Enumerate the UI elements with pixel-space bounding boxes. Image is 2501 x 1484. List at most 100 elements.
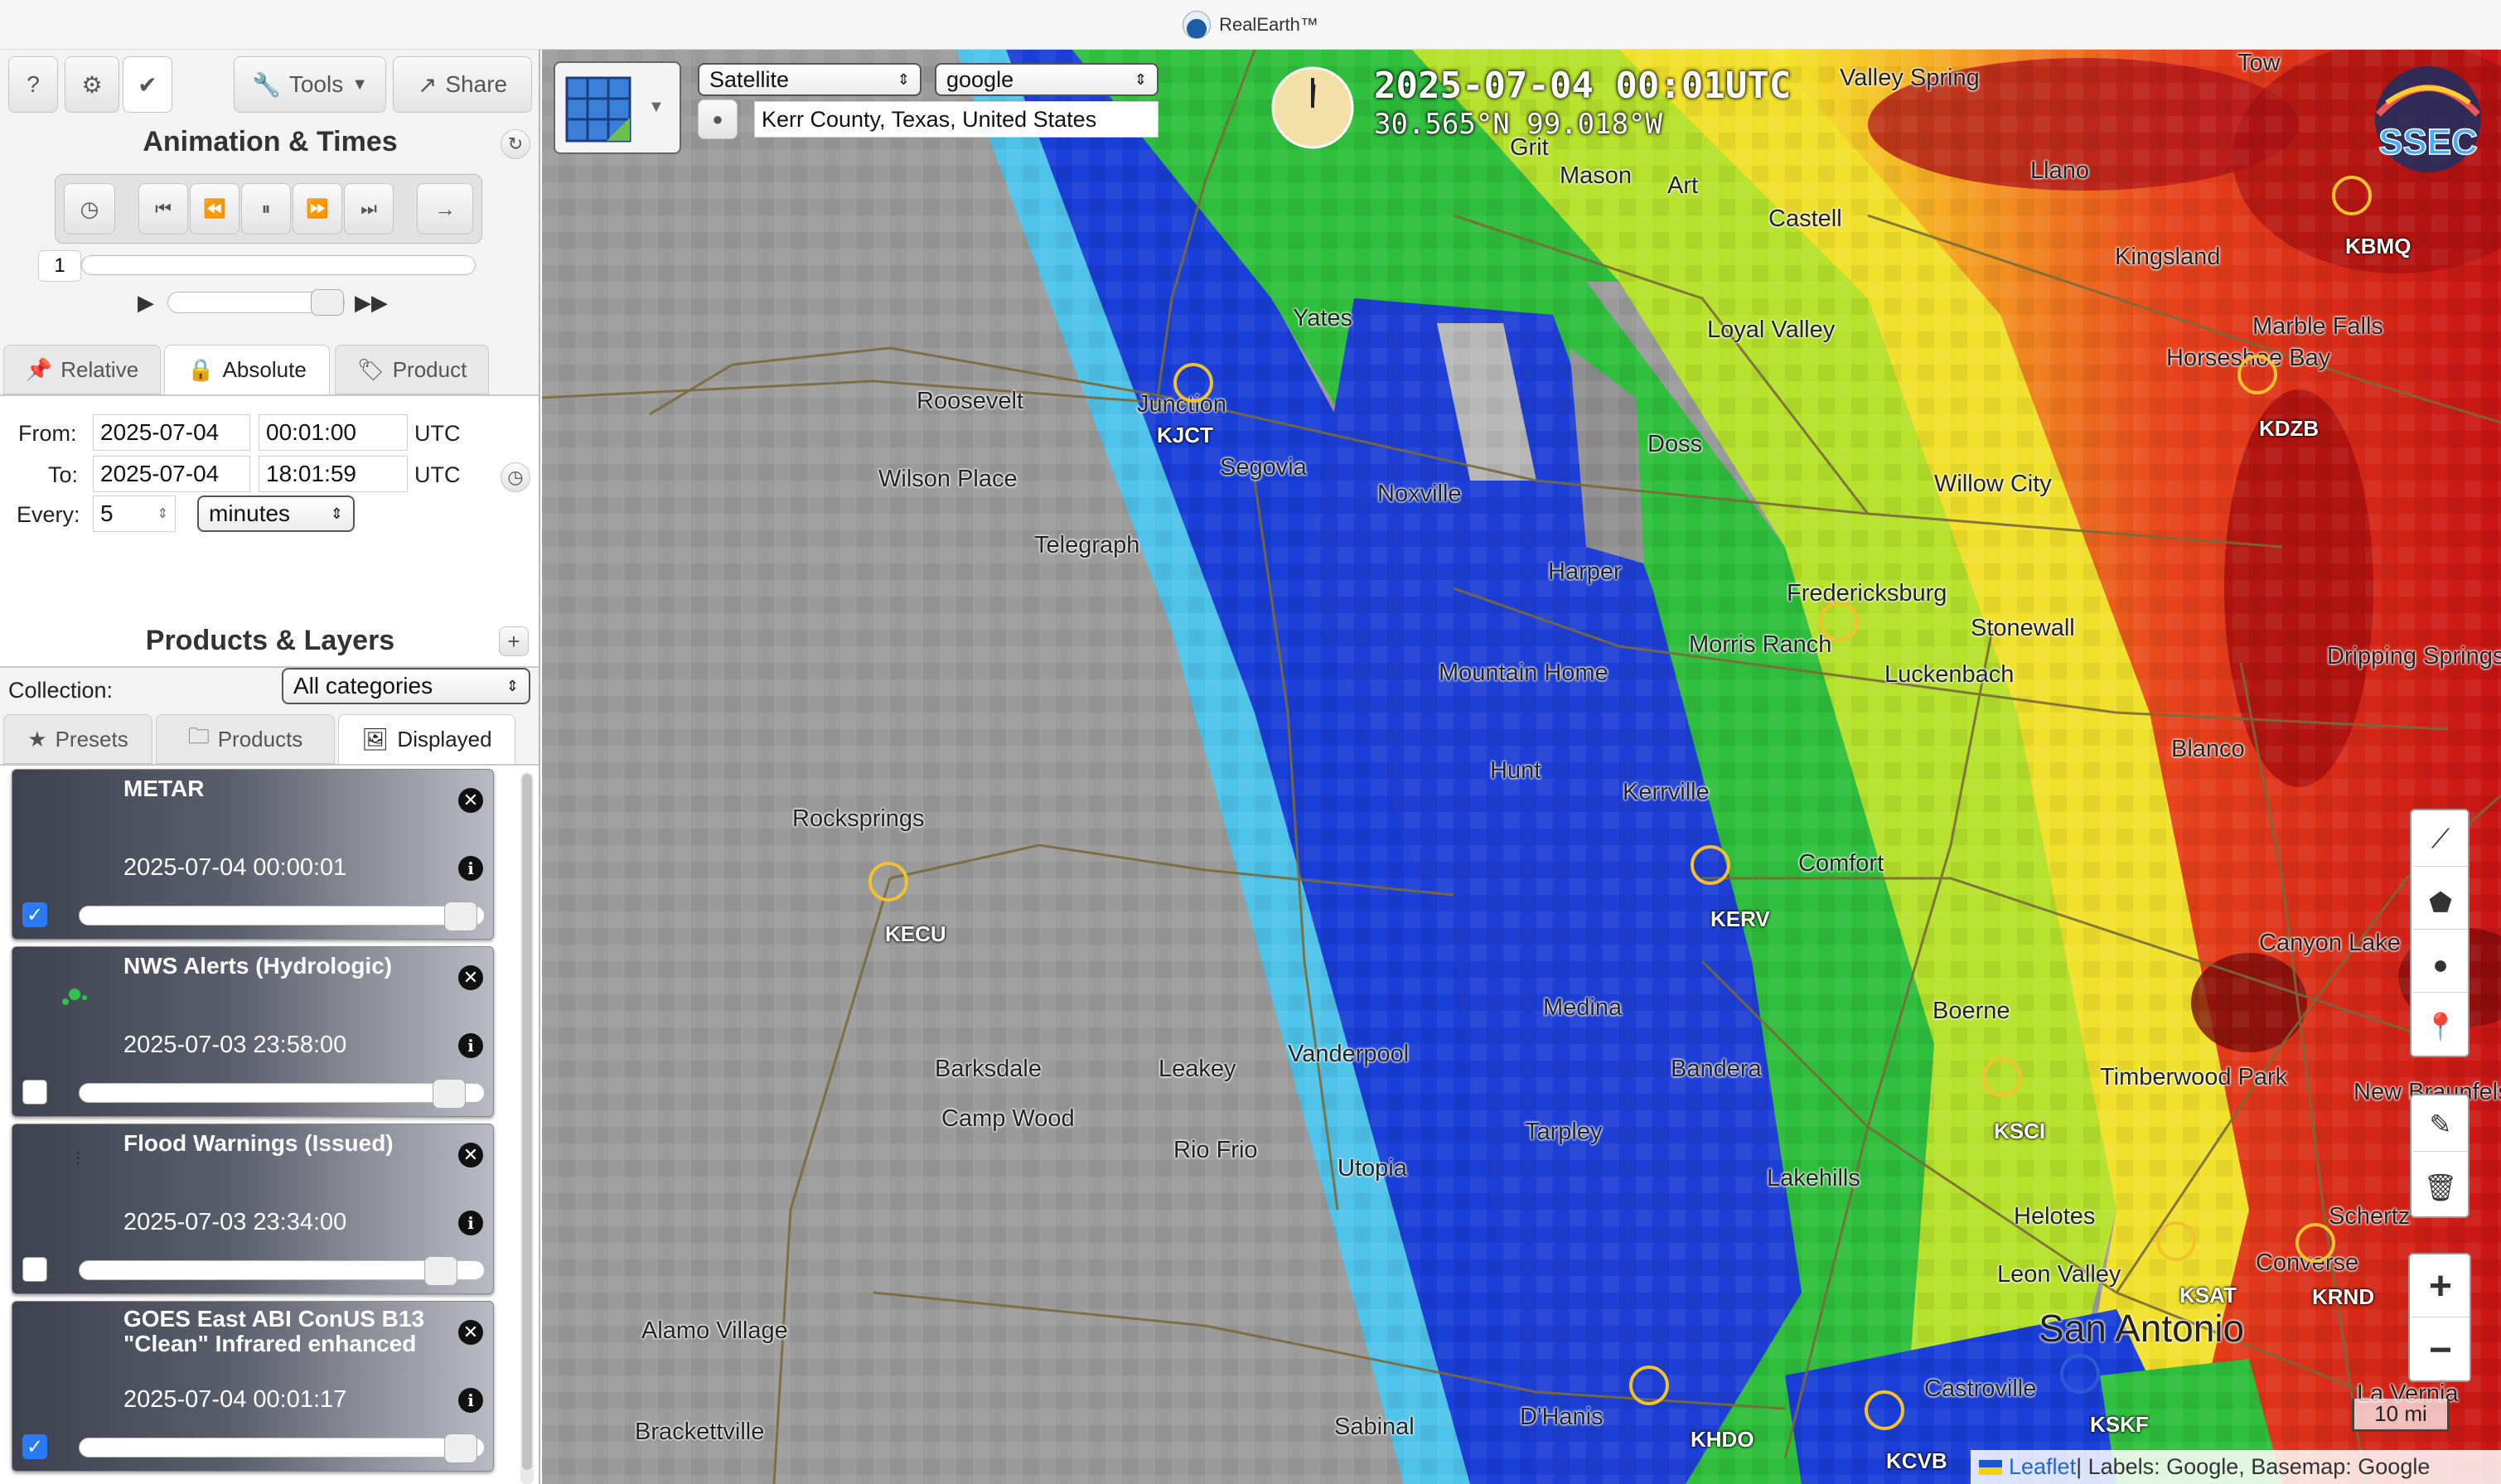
opacity-slider[interactable]: [79, 1256, 485, 1286]
info-icon[interactable]: i: [458, 1033, 483, 1058]
every-unit-select[interactable]: minutes ⇕: [197, 495, 355, 532]
layer-card-flood-warnings[interactable]: ⋮ Flood Warnings (Issued) ✕ 2025-07-03 2…: [12, 1124, 494, 1294]
last-frame-button[interactable]: ⏭: [344, 183, 394, 234]
layer-card-nws-alerts[interactable]: NWS Alerts (Hydrologic) ✕ 2025-07-03 23:…: [12, 946, 494, 1117]
town-label: Alamo Village: [641, 1317, 788, 1344]
edit-icon[interactable]: ✎: [2413, 1097, 2468, 1152]
tab-products[interactable]: 🗀 Products: [156, 714, 335, 764]
close-icon[interactable]: ✕: [458, 1320, 483, 1345]
collection-value: All categories: [293, 673, 433, 698]
image-icon: 🖼: [361, 726, 389, 752]
step-forward-button[interactable]: ⏩: [293, 183, 342, 234]
labels-select[interactable]: google ⇕: [935, 63, 1159, 96]
station-label[interactable]: KRND: [2312, 1284, 2374, 1310]
add-layer-button[interactable]: +: [499, 626, 529, 656]
layer-time: 2025-07-03 23:58:00: [123, 1032, 347, 1058]
caret-down-icon[interactable]: ▼: [648, 98, 665, 117]
close-icon[interactable]: ✕: [458, 965, 483, 990]
products-section-title: Products & Layers: [145, 625, 395, 656]
info-icon[interactable]: i: [458, 1211, 483, 1235]
station-label[interactable]: KSAT: [2179, 1283, 2237, 1308]
close-icon[interactable]: ✕: [458, 1143, 483, 1167]
opacity-slider-thumb[interactable]: [444, 902, 477, 931]
close-icon[interactable]: ✕: [458, 788, 483, 813]
map-scale: 10 mi: [2352, 1399, 2450, 1432]
station-label[interactable]: KBMQ: [2345, 234, 2411, 259]
ssec-logo-icon: SSEC: [2375, 66, 2481, 172]
basemap-select[interactable]: Satellite ⇕: [698, 63, 922, 96]
tools-menu-button[interactable]: 🔧 Tools ▼: [234, 56, 386, 113]
town-label: Kingsland: [2115, 244, 2221, 270]
collection-select[interactable]: All categories ⇕: [282, 668, 530, 704]
every-value-input[interactable]: 5 ⇕: [93, 495, 176, 532]
pause-button[interactable]: ⏸: [241, 183, 291, 234]
opacity-slider-thumb[interactable]: [424, 1256, 457, 1286]
layer-card-metar[interactable]: METAR ✕ 2025-07-04 00:00:01 i ✓: [12, 769, 494, 940]
clock-icon[interactable]: ◷: [64, 183, 115, 234]
zoom-out-button[interactable]: −: [2412, 1319, 2470, 1380]
tab-product[interactable]: 🏷 Product: [335, 345, 489, 394]
settings-button[interactable]: ⚙: [65, 56, 119, 113]
opacity-slider[interactable]: [79, 1079, 485, 1109]
layer-card-goes-ir[interactable]: GOES East ABI ConUS B13 "Clean" Infrared…: [12, 1301, 494, 1472]
confirm-check-button[interactable]: ✔: [123, 56, 172, 113]
step-back-button[interactable]: ⏪: [190, 183, 239, 234]
clock-reset-icon[interactable]: ◷: [501, 462, 530, 492]
first-frame-button[interactable]: ⏮: [138, 183, 188, 234]
layer-visibility-checkbox[interactable]: [22, 1257, 47, 1282]
opacity-slider-thumb[interactable]: [433, 1079, 466, 1109]
animation-refresh-icon[interactable]: ↻: [501, 129, 530, 159]
from-date-input[interactable]: 2025-07-04: [93, 414, 250, 451]
stepper-icon[interactable]: ⇕: [157, 505, 168, 522]
opacity-slider[interactable]: [79, 902, 485, 931]
opacity-slider[interactable]: [79, 1433, 485, 1463]
speed-slider-thumb[interactable]: [311, 289, 344, 316]
to-time-input[interactable]: 18:01:59: [259, 456, 408, 492]
layers-scrollbar[interactable]: [520, 772, 534, 1484]
layer-grid-button[interactable]: ▼: [554, 61, 681, 154]
draw-marker-icon[interactable]: 📍: [2413, 999, 2468, 1054]
station-label[interactable]: KERV: [1710, 906, 1770, 932]
zoom-in-button[interactable]: +: [2412, 1256, 2470, 1317]
layers-scrollbar-thumb[interactable]: [522, 774, 532, 1470]
help-button[interactable]: ?: [8, 56, 58, 113]
to-date-input[interactable]: 2025-07-04: [93, 456, 250, 492]
layer-visibility-checkbox[interactable]: ✓: [22, 1434, 47, 1459]
frame-slider[interactable]: [81, 255, 476, 275]
tab-absolute[interactable]: 🔒 Absolute: [164, 345, 330, 394]
displayed-layers-list: METAR ✕ 2025-07-04 00:00:01 i ✓ NWS Aler…: [0, 766, 539, 1484]
draw-line-icon[interactable]: ⟋: [2413, 812, 2468, 867]
draw-circle-icon[interactable]: ●: [2413, 938, 2468, 993]
trash-icon[interactable]: 🗑: [2413, 1160, 2468, 1215]
info-icon[interactable]: i: [458, 1388, 483, 1413]
opacity-slider-thumb[interactable]: [444, 1433, 477, 1463]
tab-relative[interactable]: 📌 Relative: [3, 345, 161, 394]
town-label: Bandera: [1671, 1056, 1762, 1082]
locate-icon[interactable]: ●: [698, 99, 738, 139]
station-label[interactable]: KCVB: [1886, 1448, 1947, 1474]
tab-displayed[interactable]: 🖼 Displayed: [338, 714, 515, 764]
map-view[interactable]: ▼ Satellite ⇕ google ⇕ ● Kerr County, Te…: [542, 50, 2501, 1484]
station-label[interactable]: KSKF: [2090, 1412, 2149, 1438]
station-label[interactable]: KECU: [885, 921, 946, 947]
share-button[interactable]: ↗ Share: [393, 56, 532, 113]
animation-section-title: Animation & Times: [143, 126, 398, 157]
town-label: Timberwood Park: [2100, 1064, 2288, 1090]
from-time-input[interactable]: 00:01:00: [259, 414, 408, 451]
speed-slider[interactable]: [167, 289, 345, 316]
tab-presets[interactable]: ★ Presets: [3, 714, 152, 764]
station-label[interactable]: KDZB: [2259, 416, 2319, 442]
from-label: From:: [18, 421, 77, 446]
info-icon[interactable]: i: [458, 856, 483, 881]
draw-polygon-icon[interactable]: ⬟: [2413, 875, 2468, 930]
layer-visibility-checkbox[interactable]: ✓: [22, 902, 47, 927]
tab-presets-label: Presets: [55, 726, 128, 752]
layer-visibility-checkbox[interactable]: [22, 1080, 47, 1105]
station-label[interactable]: KHDO: [1691, 1427, 1754, 1453]
station-label[interactable]: KSCI: [1994, 1119, 2045, 1144]
leaflet-link[interactable]: Leaflet: [2009, 1454, 2076, 1480]
location-search-input[interactable]: Kerr County, Texas, United States: [754, 101, 1159, 138]
go-to-button[interactable]: →: [417, 183, 473, 234]
station-label[interactable]: KJCT: [1157, 423, 1213, 448]
play-icon[interactable]: ▶: [138, 290, 154, 316]
